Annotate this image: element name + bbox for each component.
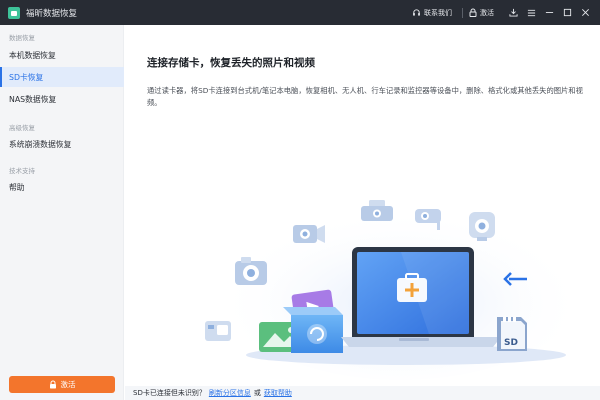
minimize-button[interactable] [540, 0, 558, 25]
activate-button[interactable]: 激活 [9, 376, 115, 393]
contact-us-label: 联系我们 [424, 8, 452, 17]
sd-card-label: SD [504, 338, 518, 348]
recovery-kit-icon [397, 273, 427, 302]
refresh-partition-link[interactable]: 刷新分区信息 [209, 388, 251, 398]
lock-icon [469, 8, 477, 17]
close-button[interactable] [576, 0, 594, 25]
group-title-tech-support: 技术支持 [9, 167, 35, 175]
maximize-icon [563, 8, 571, 17]
data-box-icon [283, 307, 343, 353]
titlebar-activate-label: 激活 [480, 8, 494, 17]
download-icon [508, 8, 518, 17]
page-description: 通过读卡器，将SD卡连接到台式机/笔记本电脑，恢复相机、无人机、行车记录和监控器… [147, 86, 583, 107]
contact-us-button[interactable]: 联系我们 [412, 8, 452, 18]
dslr-camera-icon [235, 257, 267, 285]
get-help-link[interactable]: 获取帮助 [264, 388, 292, 398]
group-title-advanced-recovery: 高级恢复 [9, 124, 35, 132]
sd-card-icon: SD [497, 317, 527, 351]
page-title: 连接存储卡，恢复丢失的照片和视频 [147, 57, 315, 69]
main-panel: 连接存储卡，恢复丢失的照片和视频 通过读卡器，将SD卡连接到台式机/笔记本电脑，… [125, 25, 600, 400]
activate-button-label: 激活 [60, 380, 76, 389]
maximize-button[interactable] [558, 0, 576, 25]
minimize-icon [545, 12, 553, 13]
sidebar: 数据恢复 本机数据恢复 SD卡恢复 NAS数据恢复 高级恢复 系统崩溃数据恢复 … [0, 25, 124, 400]
close-icon [581, 9, 589, 16]
sidebar-item-local-recovery[interactable]: 本机数据恢复 [0, 45, 124, 65]
sidebar-item-sd-recovery[interactable]: SD卡恢复 [0, 67, 124, 87]
download-button[interactable] [504, 0, 522, 25]
sd-recovery-illustration: SD [205, 190, 586, 380]
titlebar-divider [462, 7, 463, 18]
action-camera-icon [469, 212, 495, 241]
headset-icon [413, 9, 420, 16]
sidebar-item-nas-recovery[interactable]: NAS数据恢复 [0, 89, 124, 109]
app-title: 福昕数据恢复 [26, 8, 78, 19]
footer-bar: SD卡已连接但未识别？ 刷新分区信息 或 获取帮助 [125, 386, 600, 400]
group-title-data-recovery: 数据恢复 [9, 34, 35, 42]
footer-prefix: SD卡已连接但未识别？ [133, 389, 206, 397]
title-bar: 福昕数据恢复 联系我们 激活 [0, 0, 600, 25]
menu-button[interactable] [522, 0, 540, 25]
sidebar-item-help[interactable]: 帮助 [0, 177, 124, 197]
video-camera-icon [293, 225, 325, 243]
app-logo-icon [8, 6, 20, 19]
compact-camera-icon [205, 321, 231, 341]
footer-mid: 或 [253, 389, 261, 397]
lock-icon [49, 380, 56, 389]
titlebar-activate-button[interactable]: 激活 [469, 8, 494, 18]
sidebar-item-system-crash-recovery[interactable]: 系统崩溃数据恢复 [0, 134, 124, 154]
menu-icon [527, 9, 535, 16]
